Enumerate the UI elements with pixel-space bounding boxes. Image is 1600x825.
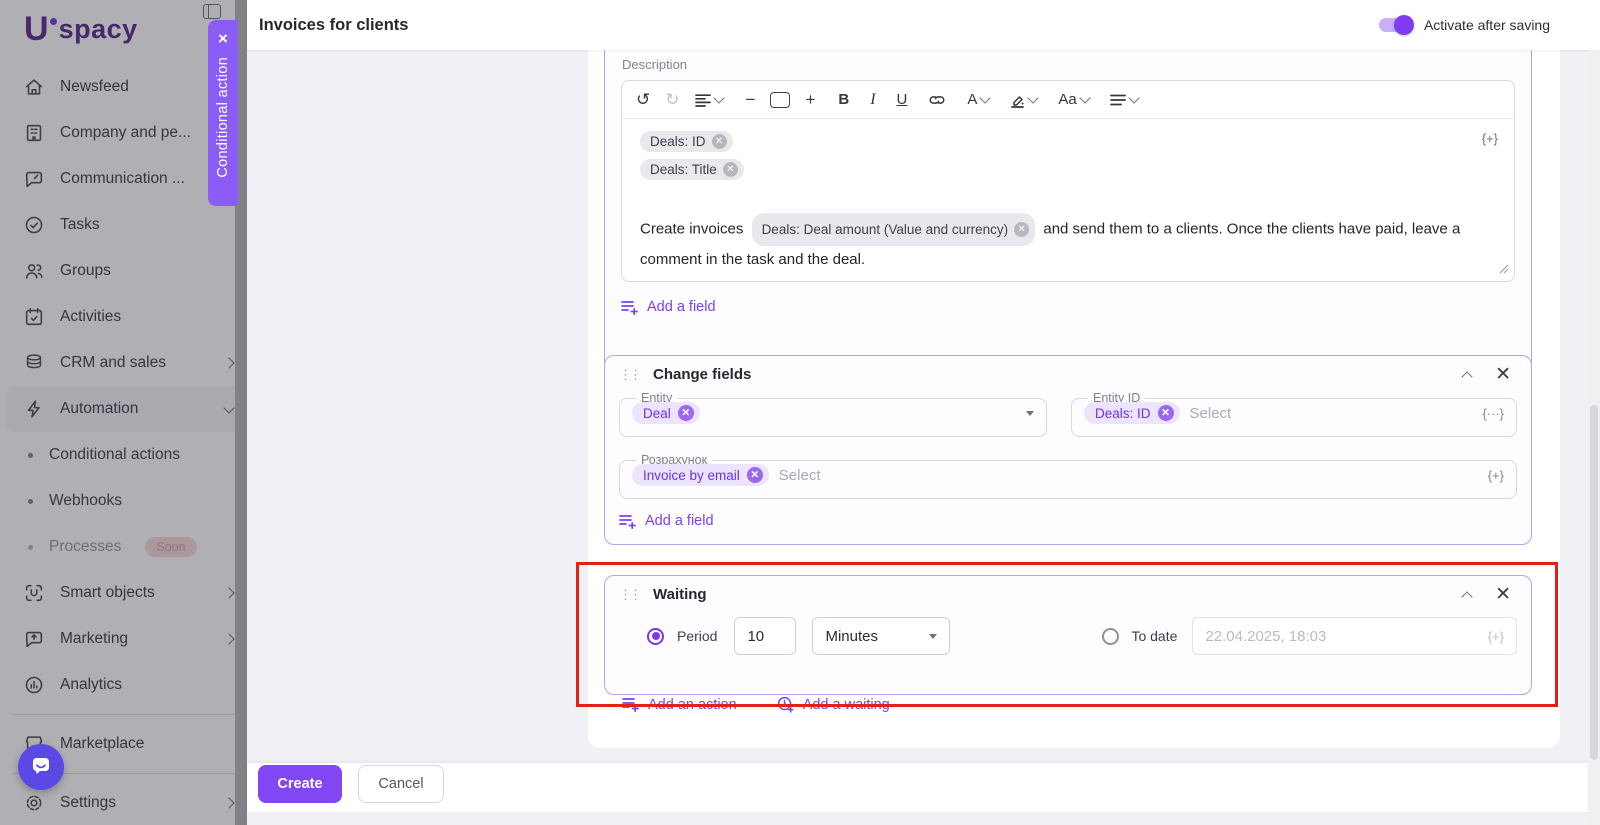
add-action-link[interactable]: Add an action [622, 696, 737, 713]
insert-variable-icon[interactable]: {+} [1488, 629, 1504, 644]
resize-handle[interactable] [1499, 261, 1509, 279]
highlight-color-icon[interactable] [1010, 92, 1037, 108]
chevron-down-icon [980, 92, 991, 103]
editor-content[interactable]: {+} Deals: ID ✕ Deals: Title ✕ Create in… [622, 119, 1514, 283]
chevron-down-icon [713, 92, 724, 103]
chevron-down-icon [1079, 92, 1090, 103]
calculation-field[interactable]: Розрахунок Invoice by email ✕ Select {+} [619, 453, 1517, 499]
remove-tag-icon[interactable]: ✕ [1158, 405, 1174, 421]
form-scroll-area: Description ↺ ↻ − + B I U [588, 50, 1560, 748]
to-date-label: To date [1131, 628, 1177, 644]
remove-tag-icon[interactable]: ✕ [712, 134, 727, 149]
app-root: U spacy Newsfeed Company and pe... Commu… [0, 0, 1600, 825]
collapse-section-icon[interactable] [1461, 371, 1472, 382]
create-button[interactable]: Create [258, 765, 342, 803]
collapse-section-icon[interactable] [1461, 591, 1472, 602]
scrollbar-track[interactable] [1588, 50, 1600, 825]
description-label: Description [622, 57, 1515, 72]
page-title: Invoices for clients [259, 16, 408, 35]
add-field-icon [621, 300, 638, 315]
underline-button[interactable]: U [897, 91, 908, 108]
modal-footer: Create Cancel [247, 763, 1600, 812]
chevron-down-icon [1028, 92, 1039, 103]
entity-value-tag[interactable]: Deal ✕ [632, 402, 700, 424]
bold-button[interactable]: B [838, 91, 849, 108]
conditional-action-tab-label: Conditional action [215, 57, 231, 178]
cancel-button[interactable]: Cancel [358, 765, 444, 803]
select-placeholder: Select [779, 467, 821, 484]
redo-icon[interactable]: ↻ [665, 91, 679, 108]
chevron-down-icon [1128, 92, 1139, 103]
remove-tag-icon[interactable]: ✕ [678, 405, 694, 421]
link-icon[interactable] [928, 93, 946, 107]
description-paragraph: Create invoices Deals: Deal amount (Valu… [640, 213, 1480, 273]
decrease-font-icon[interactable]: − [746, 91, 756, 108]
action-section-description: Description ↺ ↻ − + B I U [604, 42, 1532, 382]
calculation-value-tag[interactable]: Invoice by email ✕ [632, 464, 769, 486]
italic-button[interactable]: I [870, 91, 875, 109]
add-waiting-icon [777, 696, 794, 713]
period-label: Period [677, 628, 717, 644]
activate-toggle[interactable] [1379, 18, 1411, 32]
editor-toolbar: ↺ ↻ − + B I U A [622, 81, 1514, 119]
drag-handle-icon[interactable]: ⋮⋮ [619, 589, 639, 601]
align-icon[interactable] [1110, 94, 1138, 106]
period-value-input[interactable] [734, 617, 796, 655]
remove-tag-icon[interactable]: ✕ [747, 467, 763, 483]
remove-tag-icon[interactable]: ✕ [1014, 222, 1029, 237]
date-placeholder: 22.04.2025, 18:03 [1205, 628, 1487, 645]
add-field-icon [619, 514, 636, 529]
dropdown-caret-icon [929, 634, 937, 639]
modal-header: Invoices for clients Activate after savi… [247, 0, 1600, 50]
scrollbar-thumb[interactable] [1590, 405, 1598, 760]
remove-section-icon[interactable]: ✕ [1495, 587, 1511, 603]
waiting-title: Waiting [653, 586, 707, 603]
dropdown-caret-icon[interactable] [1026, 411, 1034, 416]
entity-id-value-tag[interactable]: Deals: ID ✕ [1084, 402, 1180, 424]
close-icon[interactable]: × [218, 30, 228, 47]
insert-variable-icon[interactable]: {+} [1488, 468, 1504, 483]
select-placeholder: Select [1190, 405, 1232, 422]
increase-font-icon[interactable]: + [805, 91, 815, 108]
drag-handle-icon[interactable]: ⋮⋮ [619, 369, 639, 381]
chat-widget-button[interactable] [18, 744, 64, 790]
font-family-button[interactable]: Aa [1058, 91, 1088, 108]
add-action-icon [622, 697, 639, 712]
variable-tag[interactable]: Deals: Deal amount (Value and currency) … [752, 213, 1036, 246]
action-section-waiting: ⋮⋮ Waiting ✕ Period Minutes To date 2 [604, 575, 1532, 695]
chat-icon [28, 752, 54, 783]
rich-text-editor[interactable]: ↺ ↻ − + B I U A [621, 80, 1515, 282]
insert-variable-icon[interactable]: {···} [1482, 406, 1504, 421]
activate-toggle-label: Activate after saving [1424, 17, 1550, 33]
font-size-box[interactable] [770, 92, 790, 108]
add-field-link[interactable]: Add a field [621, 299, 716, 315]
remove-section-icon[interactable]: ✕ [1495, 367, 1511, 383]
conditional-action-tab[interactable]: × Conditional action [208, 20, 238, 206]
period-radio[interactable] [647, 628, 664, 645]
add-waiting-link[interactable]: Add a waiting [777, 696, 890, 713]
variable-tag[interactable]: Deals: ID ✕ [640, 131, 733, 152]
change-fields-title: Change fields [653, 366, 751, 383]
period-unit-select[interactable]: Minutes [812, 617, 950, 655]
variable-tag[interactable]: Deals: Title ✕ [640, 159, 744, 180]
to-date-radio[interactable] [1102, 628, 1119, 645]
builder-links: Add an action Add a waiting [622, 696, 890, 713]
remove-tag-icon[interactable]: ✕ [723, 162, 738, 177]
add-field-link[interactable]: Add a field [619, 513, 714, 529]
insert-variable-icon[interactable]: {+} [1482, 131, 1498, 146]
line-spacing-icon[interactable] [695, 93, 723, 107]
toggle-knob [1394, 15, 1414, 35]
undo-icon[interactable]: ↺ [636, 91, 650, 108]
entity-id-field[interactable]: Entity ID Deals: ID ✕ Select {···} [1071, 391, 1517, 437]
entity-field[interactable]: Entity Deal ✕ [619, 391, 1047, 437]
to-date-input[interactable]: 22.04.2025, 18:03 {+} [1192, 617, 1517, 655]
action-section-change-fields: ⋮⋮ Change fields ✕ Entity Deal ✕ [604, 355, 1532, 545]
text-color-button[interactable]: A [967, 91, 989, 108]
